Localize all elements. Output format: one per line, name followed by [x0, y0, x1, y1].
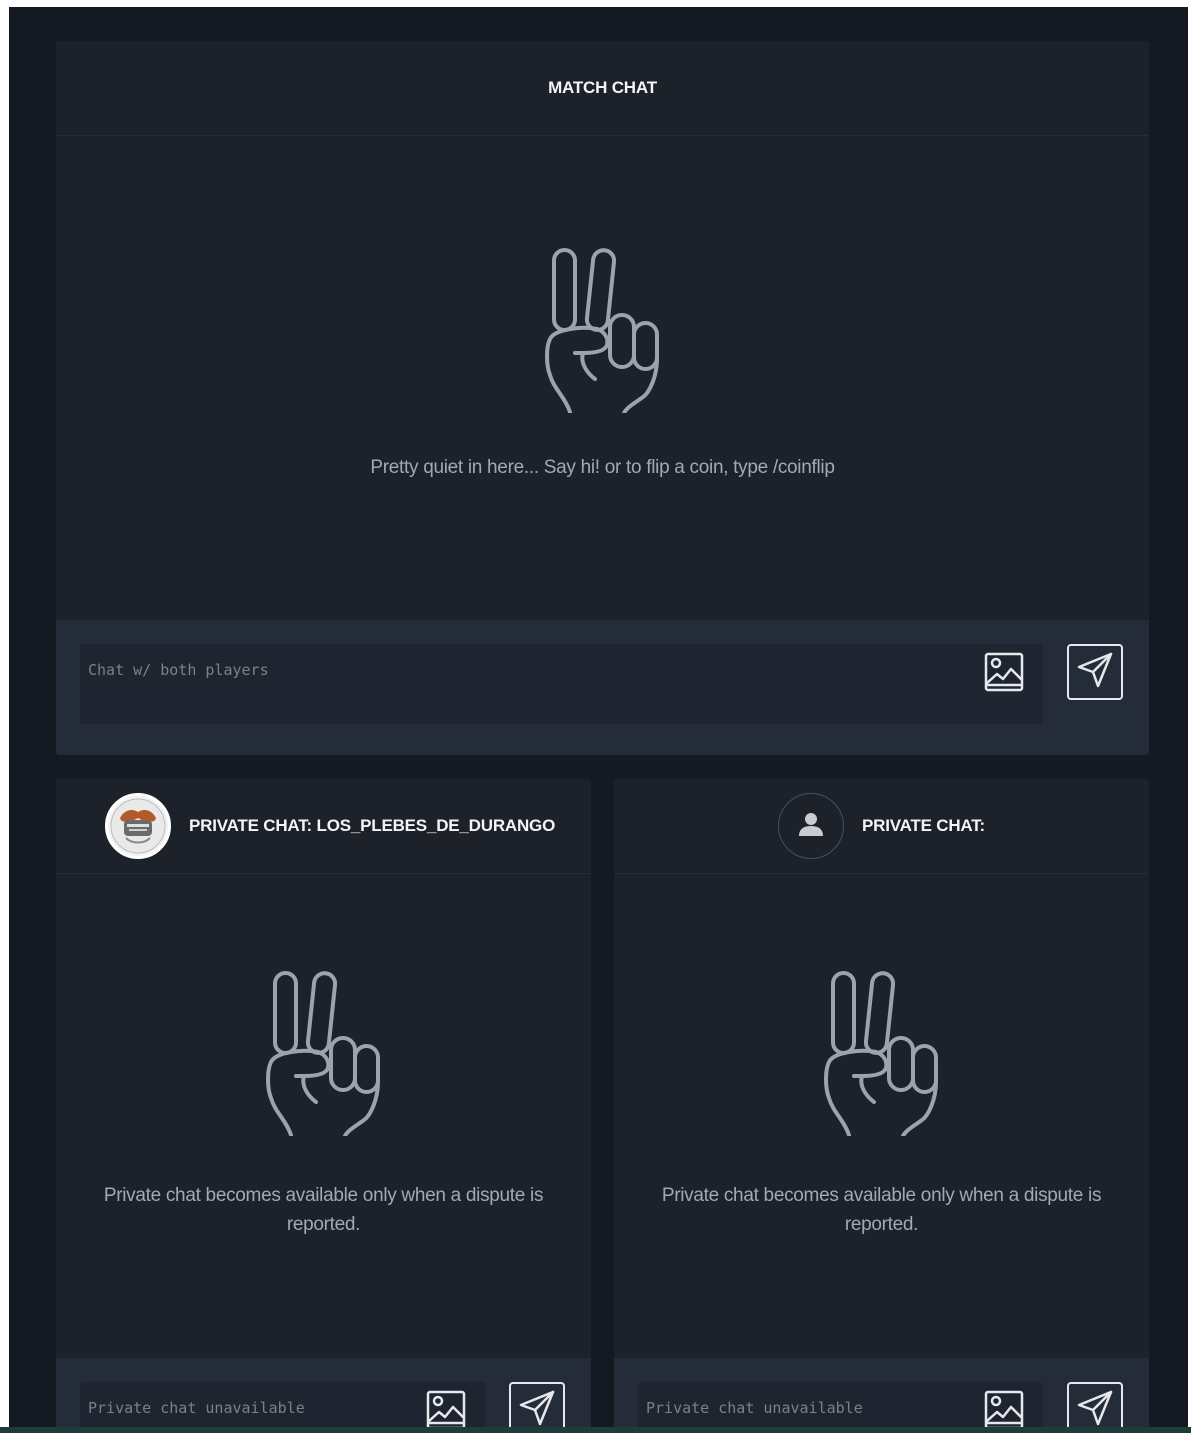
private-chat-input-bar-2 [614, 1358, 1149, 1427]
private-chat-input-wrapper-2 [638, 1382, 1043, 1427]
image-icon[interactable] [984, 652, 1024, 692]
send-icon [1075, 1388, 1115, 1428]
private-chat-header-1: PRIVATE CHAT: LOS_PLEBES_DE_DURANGO [56, 779, 591, 874]
send-icon [1075, 650, 1115, 695]
private-chat-empty-text-1: Private chat becomes available only when… [103, 1185, 544, 1235]
match-chat-header: MATCH CHAT [56, 41, 1149, 136]
private-chat-input-wrapper-1 [80, 1382, 485, 1427]
private-chat-input-bar-1 [56, 1358, 591, 1427]
peace-hand-icon [822, 970, 942, 1136]
peace-hand-icon [543, 247, 663, 413]
match-chat-input[interactable] [80, 644, 1043, 696]
private-chat-input-1[interactable] [80, 1382, 485, 1427]
image-icon[interactable] [426, 1390, 466, 1427]
private-chat-empty-text-2: Private chat becomes available only when… [661, 1185, 1102, 1235]
bottom-edge [0, 1427, 1191, 1433]
match-chat-empty-state: Pretty quiet in here... Say hi! or to fl… [56, 247, 1149, 482]
private-chat-title-1: PRIVATE CHAT: LOS_PLEBES_DE_DURANGO [189, 816, 556, 835]
user-avatar [777, 793, 844, 859]
private-chat-empty-state-1: Private chat becomes available only when… [56, 970, 591, 1239]
match-chat-input-wrapper [80, 644, 1043, 724]
team-logo-avatar [105, 793, 171, 859]
peace-hand-icon [264, 970, 384, 1136]
private-chat-header-2: PRIVATE CHAT: [614, 779, 1149, 874]
match-chat-title: MATCH CHAT [548, 78, 657, 97]
private-chat-panel-2: PRIVATE CHAT: Private chat becomes avail… [614, 779, 1149, 1427]
send-button[interactable] [1067, 1382, 1123, 1427]
user-icon [797, 810, 825, 843]
send-icon [517, 1388, 557, 1428]
chat-area: MATCH CHAT Pretty quiet in here... Say h… [9, 7, 1188, 1427]
send-button[interactable] [1067, 644, 1123, 700]
image-icon[interactable] [984, 1390, 1024, 1427]
send-button[interactable] [509, 1382, 565, 1427]
private-chat-input-2[interactable] [638, 1382, 1043, 1427]
private-chat-title-2: PRIVATE CHAT: [861, 816, 985, 835]
match-chat-panel: MATCH CHAT Pretty quiet in here... Say h… [56, 41, 1149, 755]
private-chat-panel-1: PRIVATE CHAT: LOS_PLEBES_DE_DURANGO Priv… [56, 779, 591, 1427]
match-chat-input-bar [56, 620, 1149, 755]
match-chat-empty-text: Pretty quiet in here... Say hi! or to fl… [370, 457, 835, 478]
private-chat-empty-state-2: Private chat becomes available only when… [614, 970, 1149, 1239]
